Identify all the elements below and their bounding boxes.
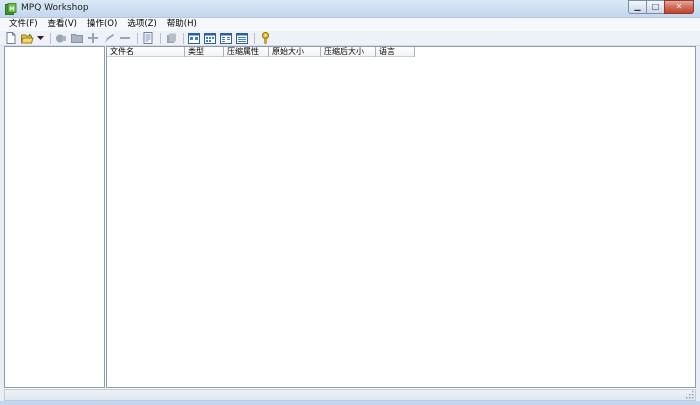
menu-options[interactable]: 选项(Z) [122,18,161,31]
file-list-pane[interactable]: 文件名 类型 压缩属性 原始大小 压缩后大小 语言 [106,46,696,388]
menu-view[interactable]: 查看(V) [43,18,82,31]
extract-icon[interactable] [54,32,68,45]
column-header-language[interactable]: 语言 [376,47,415,57]
file-list-header: 文件名 类型 压缩属性 原始大小 压缩后大小 语言 [107,47,415,57]
rename-icon[interactable] [102,32,116,45]
list-view-icon[interactable] [219,32,233,45]
small-icons-view-icon[interactable] [203,32,217,45]
remove-icon[interactable] [118,32,132,45]
menu-help[interactable]: 帮助(H) [162,18,202,31]
status-bar [4,389,696,401]
app-icon: M [5,3,17,15]
toolbar-separator [50,32,51,44]
close-button[interactable]: ✕ [664,0,694,14]
column-header-type[interactable]: 类型 [185,47,224,57]
menu-bar: 文件(F) 查看(V) 操作(O) 选项(Z) 帮助(H) [0,18,700,31]
menu-file[interactable]: 文件(F) [4,18,43,31]
toolbar-separator [254,32,255,44]
minimize-button[interactable]: ▁ [628,0,646,14]
window-right-border [696,18,700,405]
compact-icon[interactable] [164,32,178,45]
maximize-button[interactable]: □ [646,0,664,14]
properties-icon[interactable] [141,32,155,45]
column-header-compression[interactable]: 压缩属性 [224,47,269,57]
folder-icon[interactable] [70,32,84,45]
toolbar [0,31,700,46]
toolbar-separator [160,32,161,44]
new-file-icon[interactable] [4,32,18,45]
window-bottom-border [0,401,700,405]
add-icon[interactable] [86,32,100,45]
svg-text:M: M [9,7,14,13]
details-view-icon[interactable] [235,32,249,45]
caption-buttons: ▁ □ ✕ [628,0,694,14]
menu-operations[interactable]: 操作(O) [82,18,122,31]
large-icons-view-icon[interactable] [187,32,201,45]
column-header-filename[interactable]: 文件名 [107,47,185,57]
resize-grip-icon[interactable] [686,391,694,399]
column-header-original-size[interactable]: 原始大小 [269,47,321,57]
toolbar-separator [183,32,184,44]
window-title: MPQ Workshop [21,3,89,13]
title-bar: M MPQ Workshop ▁ □ ✕ [0,0,700,18]
help-key-icon[interactable] [258,32,272,45]
dropdown-arrow-icon[interactable] [36,32,45,45]
column-header-compressed-size[interactable]: 压缩后大小 [321,47,376,57]
archive-tree-pane[interactable] [4,46,105,388]
toolbar-separator [137,32,138,44]
open-folder-icon[interactable] [20,32,34,45]
